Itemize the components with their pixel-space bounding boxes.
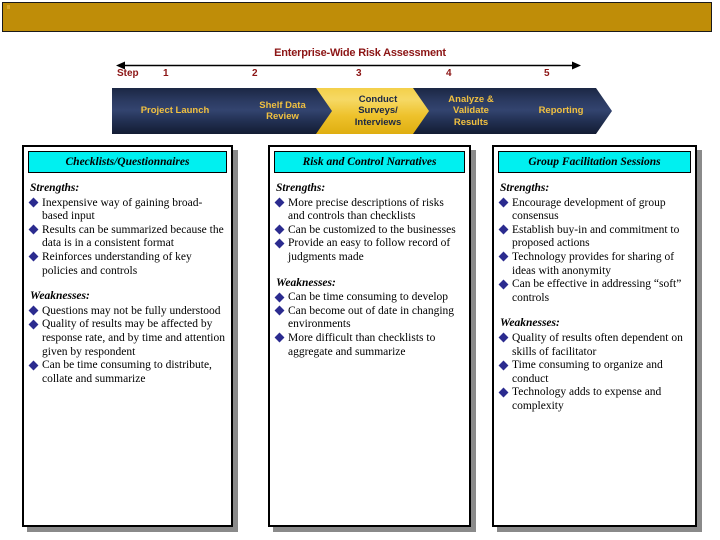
process-step-conduct-surveys-interviews[interactable]: Conduct Surveys/Interviews [316,88,432,134]
step-number-4: 4 [446,68,452,79]
list-item: Quality of results may be affected by re… [28,318,225,359]
weaknesses-list-2: Can be time consuming to develop Can beco… [274,291,463,359]
weaknesses-heading-1: Weaknesses: [30,290,90,303]
diamond-bullet-icon [498,360,509,371]
strengths-list-1: Inexpensive way of gaining broad-based i… [28,196,225,279]
panel-body-1: Strengths: Inexpensive way of gaining br… [24,173,231,390]
step-word: Step [117,68,139,79]
list-item-text: Can be time consuming to develop [288,291,449,304]
weaknesses-list-1: Questions may not be fully understood Qua… [28,304,225,387]
diamond-bullet-icon [274,332,285,343]
list-item-text: Encourage development of group consensus [512,196,666,223]
list-item-text: Provide an easy to follow record of judg… [288,237,451,263]
list-item: Time consuming to organize and conduct [498,359,689,386]
list-item-text: Reinforces understanding of key policies… [42,250,192,277]
list-item-text: Time consuming to organize and conduct [512,359,663,385]
list-item: Establish buy-in and commitment to propo… [498,223,689,251]
process-step-project-launch[interactable]: Project Launch [112,88,240,134]
step-number-row: Step 1 2 3 4 5 [0,68,720,84]
list-item-text: Inexpensive way of gaining broad-based i… [42,196,203,223]
panel-title-3: Group Facilitation Sessions [498,151,691,173]
process-step-analyze-validate-results[interactable]: Analyze & Validate Results [413,88,521,134]
list-item: Can be customized to the businesses [274,223,463,238]
weaknesses-heading-3: Weaknesses: [500,317,560,330]
strengths-heading-2: Strengths: [276,182,326,194]
panel-body-3: Strengths: Encourage development of grou… [494,173,695,418]
list-item-text: Establish buy-in and commitment to propo… [512,223,680,250]
list-item-text: Results can be summarized because the da… [42,223,224,250]
diamond-bullet-icon [274,292,285,303]
page-title: Enterprise-Wide Risk Assessment [274,47,446,59]
diamond-bullet-icon [498,224,509,235]
list-item: More precise descriptions of risks and c… [274,196,463,224]
diamond-bullet-icon [274,238,285,249]
step-number-2: 2 [252,68,258,79]
list-item-text: Can be customized to the businesses [288,223,456,236]
diamond-bullet-icon [274,305,285,316]
diamond-bullet-icon [498,252,509,262]
list-item: Reinforces understanding of key policies… [28,250,225,278]
diamond-bullet-icon [498,332,509,343]
step-number-3: 3 [356,68,362,79]
diamond-bullet-icon [28,224,39,235]
panel-title-1: Checklists/Questionnaires [28,151,227,173]
diamond-bullet-icon [28,305,39,316]
list-item: Technology adds to expense and complexit… [498,386,689,413]
list-item-text: Quality of results may be affected by re… [42,318,225,358]
list-item: Quality of results often dependent on sk… [498,331,689,359]
list-item: Inexpensive way of gaining broad-based i… [28,196,225,224]
list-item-text: Technology adds to expense and complexit… [512,386,662,412]
panel-body-2: Strengths: More precise descriptions of … [270,173,469,363]
process-step-shelf-data-review[interactable]: Shelf Data Review [222,88,335,134]
list-item: Technology provides for sharing of ideas… [498,250,689,278]
list-item: Can be time consuming to distribute, col… [28,359,225,386]
process-step-label-1: Project Launch [140,105,210,117]
list-item-text: Can be effective in addressing “soft” co… [512,278,682,304]
process-step-reporting[interactable]: Reporting [502,88,612,134]
step-number-1: 1 [163,68,169,79]
list-item: Results can be summarized because the da… [28,223,225,251]
process-step-label-3: Conduct Surveys/Interviews [354,93,402,128]
process-flow: Project Launch Shelf Data Review Conduct S… [0,88,720,134]
diamond-bullet-icon [274,224,285,235]
diamond-bullet-icon [28,360,39,371]
weaknesses-heading-2: Weaknesses: [276,276,336,289]
process-step-label-5: Reporting [538,105,584,117]
list-item: Can be effective in addressing “soft” co… [498,278,689,305]
list-item-text: More difficult than checklists to aggreg… [288,331,436,358]
strengths-heading-1: Strengths: [30,182,80,194]
step-number-5: 5 [544,68,550,79]
list-item-text: Questions may not be fully understood [42,304,221,317]
list-item: Encourage development of group consensus [498,196,689,224]
diamond-bullet-icon [28,197,39,208]
list-item: Questions may not be fully understood [28,304,225,319]
diamond-bullet-icon [274,197,285,208]
strengths-list-2: More precise descriptions of risks and c… [274,196,463,265]
panel-group-facilitation-sessions: Group Facilitation Sessions Strengths: E… [492,145,697,527]
strengths-list-3: Encourage development of group consensus… [498,196,689,306]
list-item-text: Technology provides for sharing of ideas… [512,250,675,277]
diamond-bullet-icon [498,387,509,398]
banner-highlight [7,5,10,9]
diamond-bullet-icon [28,319,39,330]
panel-title-2: Risk and Control Narratives [274,151,465,173]
list-item-text: Can become out of date in changing envir… [288,304,455,331]
list-item: Can be time consuming to develop [274,291,463,305]
list-item-text: More precise descriptions of risks and c… [288,196,444,223]
list-item-text: Can be time consuming to distribute, col… [42,359,212,385]
diamond-bullet-icon [498,197,509,208]
weaknesses-list-3: Quality of results often dependent on sk… [498,331,689,414]
list-item: Provide an easy to follow record of judg… [274,237,463,264]
list-item: Can become out of date in changing envir… [274,304,463,332]
process-step-label-2: Shelf Data Review [259,99,306,122]
panel-checklists-questionnaires: Checklists/Questionnaires Strengths: Ine… [22,145,233,527]
strengths-heading-3: Strengths: [500,182,550,194]
list-item-text: Quality of results often dependent on sk… [512,331,683,358]
list-item: More difficult than checklists to aggreg… [274,331,463,359]
diamond-bullet-icon [498,279,509,290]
diamond-bullet-icon [28,252,39,262]
panel-risk-and-control-narratives: Risk and Control Narratives Strengths: M… [268,145,471,527]
top-banner [2,2,712,32]
process-step-label-4: Analyze & Validate Results [448,93,494,128]
